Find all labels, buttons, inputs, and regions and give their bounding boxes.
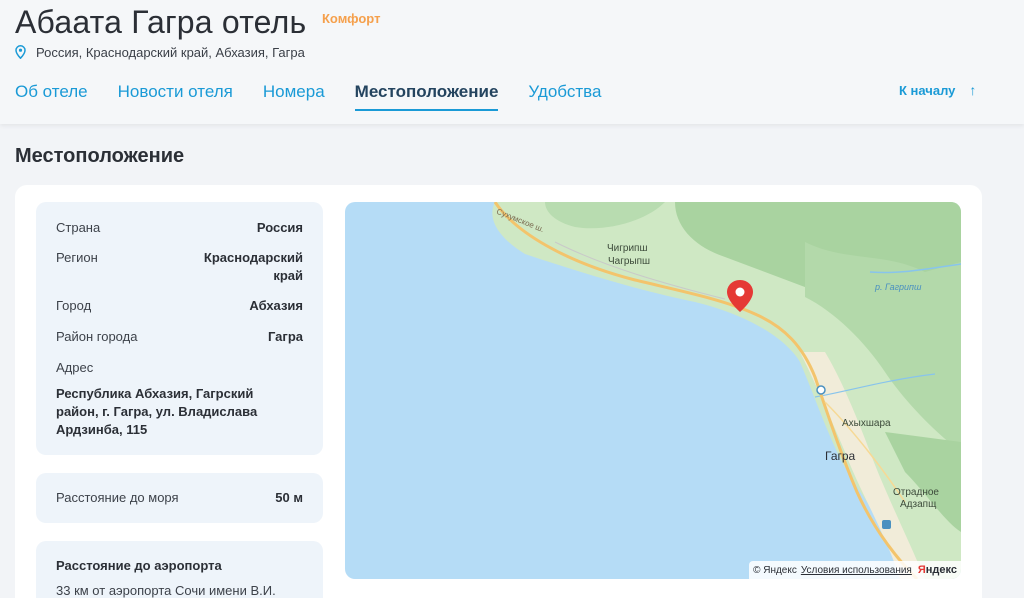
tab-news[interactable]: Новости отеля	[118, 82, 233, 111]
sea-distance-value: 50 м	[275, 490, 303, 505]
tab-amenities[interactable]: Удобства	[528, 82, 601, 111]
map-place-gagra: Гагра	[825, 449, 856, 463]
airport-distance-box: Расстояние до аэропорта 33 км от аэропор…	[36, 541, 323, 598]
country-row: Страна Россия	[56, 219, 303, 237]
map-copyright-bar: © Яндекс Условия использования Яндекс	[749, 561, 961, 579]
map-place-chigripsh: Чигрипш	[607, 243, 648, 254]
country-value: Россия	[256, 220, 303, 235]
hotel-address-text: Россия, Краснодарский край, Абхазия, Гаг…	[36, 44, 305, 60]
back-to-top-button[interactable]: К началу ↑	[899, 82, 976, 98]
map-copyright: © Яндекс	[753, 564, 797, 576]
map-place-akhykhshara: Ахыхшара	[842, 418, 891, 429]
location-card: Страна Россия Регион Краснодарский край …	[15, 185, 982, 598]
city-value: Абхазия	[249, 298, 303, 313]
sea-distance-box: Расстояние до моря 50 м	[36, 473, 323, 523]
sea-distance-row: Расстояние до моря 50 м	[56, 489, 303, 507]
hotel-header: Абаата Гагра отель Комфорт Россия, Красн…	[0, 0, 1024, 124]
country-label: Страна	[56, 220, 101, 235]
district-value: Гагра	[267, 329, 303, 344]
yandex-logo-first-letter: Я	[917, 564, 926, 576]
back-to-top-label: К началу	[899, 82, 956, 98]
tab-location[interactable]: Местоположение	[354, 82, 499, 111]
region-label: Регион	[56, 250, 98, 265]
map-place-chagrypsh: Чагрыпш	[608, 256, 651, 267]
hotel-category-badge: Комфорт	[322, 11, 381, 26]
map-terms-link[interactable]: Условия использования	[801, 565, 912, 576]
district-label: Район города	[56, 329, 138, 344]
address-value: Республика Абхазия, Гагрский район, г. Г…	[56, 386, 258, 437]
section-title: Местоположение	[15, 145, 185, 167]
airport-distance-title: Расстояние до аэропорта	[56, 558, 222, 573]
region-row: Регион Краснодарский край	[56, 249, 303, 285]
city-row: Город Абхазия	[56, 297, 303, 315]
hotel-title: Абаата Гагра отель	[15, 4, 307, 40]
hotel-tabs: Об отеле Новости отеля Номера Местополож…	[15, 82, 631, 111]
sea-distance-label: Расстояние до моря	[56, 490, 179, 505]
map-place-otradnoe: Отрадное	[893, 487, 939, 498]
map-river-label: р. Гагрипш	[875, 282, 922, 292]
hotel-address: Россия, Краснодарский край, Абхазия, Гаг…	[15, 44, 305, 60]
tab-rooms[interactable]: Номера	[263, 82, 325, 111]
district-row: Район города Гагра	[56, 328, 303, 346]
arrow-up-icon: ↑	[969, 82, 977, 98]
city-label: Город	[56, 298, 92, 313]
map-place-adzapsh: Адзапщ	[900, 499, 937, 510]
yandex-map[interactable]: Сухумское ш. Чигрипш Чагрыпш р. Гагрипш …	[345, 202, 961, 579]
location-details: Страна Россия Регион Краснодарский край …	[36, 202, 323, 455]
region-value: Краснодарский край	[203, 250, 303, 283]
address-label: Адрес	[56, 360, 94, 375]
yandex-logo-rest: ндекс	[925, 564, 957, 576]
map-background	[492, 202, 961, 579]
airport-distance-text: 33 км от аэропорта Сочи имени В.И.	[56, 583, 276, 598]
location-pin-icon	[15, 44, 28, 60]
yandex-logo: Яндекс	[918, 564, 957, 576]
tab-about[interactable]: Об отеле	[15, 82, 88, 111]
